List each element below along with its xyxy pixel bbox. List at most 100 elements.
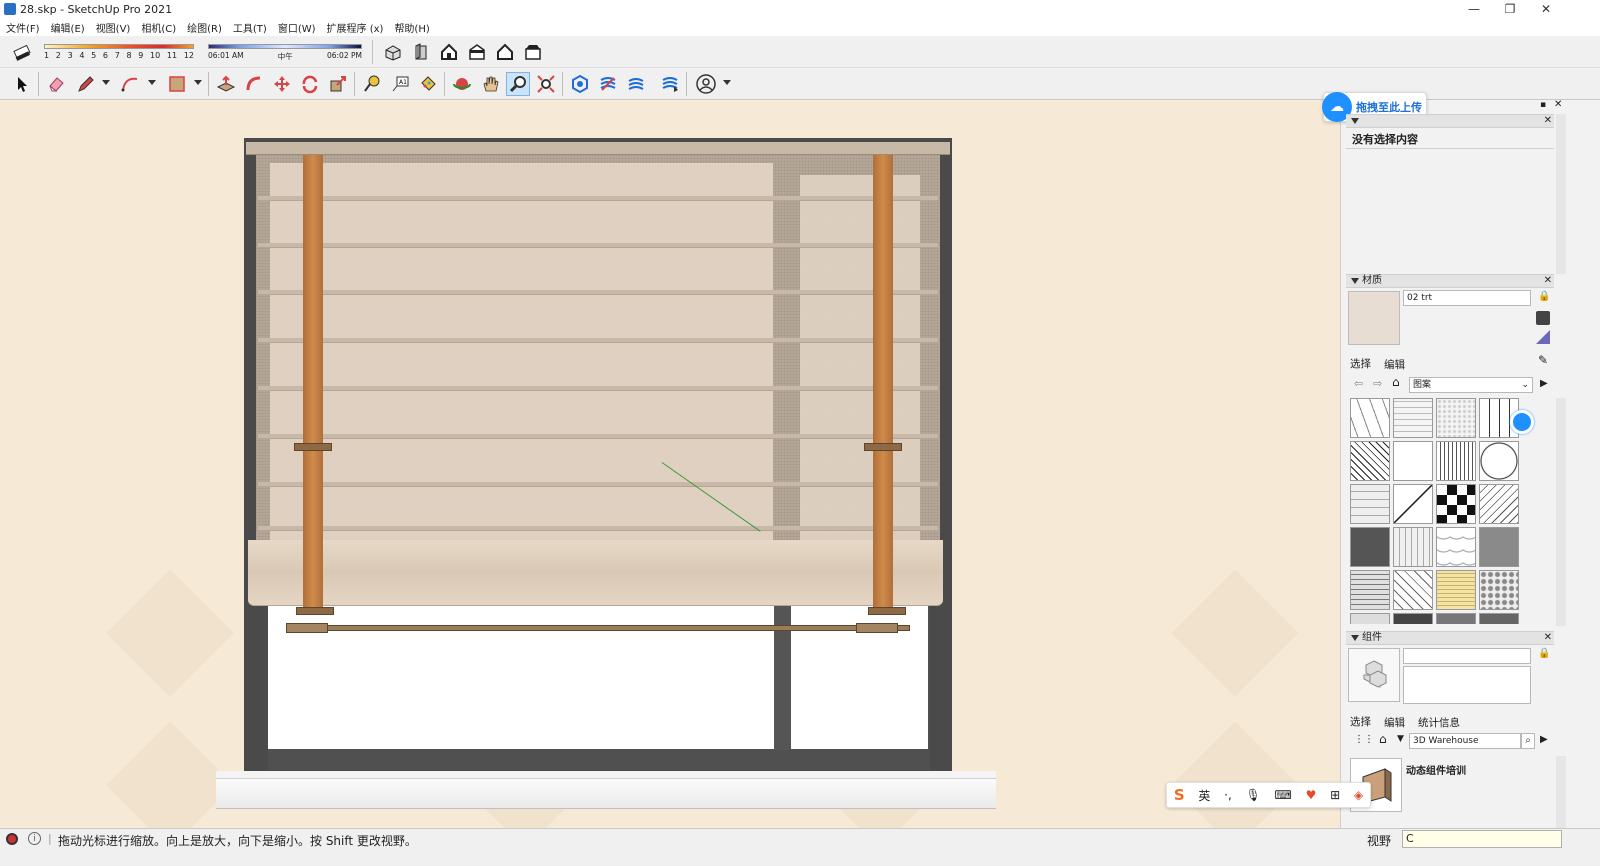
- back-arrow-icon[interactable]: ⇦: [1354, 377, 1363, 390]
- orbit-tool-icon[interactable]: [450, 72, 474, 96]
- material-swatch[interactable]: [1350, 398, 1390, 438]
- arc-dropdown-icon[interactable]: [148, 80, 156, 85]
- material-swatch[interactable]: [1436, 613, 1476, 624]
- close-icon[interactable]: ✕: [1544, 632, 1552, 644]
- measurements-input[interactable]: C: [1402, 830, 1562, 848]
- entity-info-scrollbar[interactable]: [1556, 114, 1566, 274]
- top-view-icon[interactable]: [409, 40, 433, 64]
- rotate-tool-icon[interactable]: [298, 72, 322, 96]
- menu-edit[interactable]: 编辑(E): [51, 20, 85, 35]
- lock-icon[interactable]: 🔒: [1538, 291, 1550, 302]
- rectangle-dropdown-icon[interactable]: [194, 80, 202, 85]
- restore-button[interactable]: ❐: [1492, 0, 1528, 18]
- layout-send-icon[interactable]: [624, 72, 648, 96]
- material-swatch[interactable]: [1436, 527, 1476, 567]
- time-slider-track[interactable]: [208, 44, 362, 49]
- material-grid-scrollbar[interactable]: [1556, 398, 1566, 626]
- extra-icon[interactable]: ◈: [1354, 788, 1363, 802]
- material-swatch[interactable]: [1393, 613, 1433, 624]
- material-swatch[interactable]: [1479, 570, 1519, 610]
- home-icon[interactable]: ⌂: [1392, 375, 1400, 389]
- material-swatch[interactable]: [1350, 484, 1390, 524]
- lock-icon[interactable]: 🔒: [1538, 648, 1550, 659]
- material-swatch[interactable]: [1393, 484, 1433, 524]
- menu-tools[interactable]: 工具(T): [233, 20, 267, 35]
- menu-window[interactable]: 窗口(W): [278, 20, 316, 35]
- material-swatch[interactable]: [1479, 484, 1519, 524]
- punctuation-icon[interactable]: ·,: [1224, 788, 1232, 802]
- shadow-toggle-icon[interactable]: [10, 40, 34, 64]
- material-swatch[interactable]: [1393, 527, 1433, 567]
- menu-draw[interactable]: 绘图(R): [187, 20, 222, 35]
- menu-help[interactable]: 帮助(H): [394, 20, 429, 35]
- account-dropdown-icon[interactable]: [723, 80, 731, 85]
- material-swatch[interactable]: [1350, 570, 1390, 610]
- time-slider[interactable]: 06:01 AM 中午 06:02 PM: [208, 40, 362, 62]
- arc-tool-icon[interactable]: [118, 72, 142, 96]
- tape-measure-tool-icon[interactable]: [360, 72, 384, 96]
- components-search-input[interactable]: 3D Warehouse: [1409, 733, 1521, 749]
- components-scrollbar[interactable]: [1556, 756, 1566, 828]
- entity-info-header[interactable]: ✕: [1346, 114, 1554, 128]
- material-swatch[interactable]: [1393, 570, 1433, 610]
- details-arrow-icon[interactable]: ▶: [1540, 734, 1548, 745]
- materials-tab-select[interactable]: 选择: [1350, 356, 1371, 371]
- extension-manager-icon[interactable]: [658, 72, 682, 96]
- material-swatch[interactable]: [1350, 441, 1390, 481]
- close-icon[interactable]: ✕: [1544, 275, 1552, 287]
- 3d-warehouse-icon[interactable]: [568, 72, 592, 96]
- back-view-icon[interactable]: [493, 40, 517, 64]
- move-tool-icon[interactable]: [270, 72, 294, 96]
- panel-pin-icon[interactable]: ▪: [1540, 100, 1546, 110]
- material-swatch[interactable]: [1350, 613, 1390, 624]
- month-slider[interactable]: 1 2 3 4 5 6 7 8 9 10 11 12: [44, 40, 194, 62]
- view-options-icon[interactable]: ⋮⋮: [1354, 734, 1374, 745]
- extension-warehouse-icon[interactable]: [596, 72, 620, 96]
- pan-tool-icon[interactable]: [478, 72, 502, 96]
- menu-file[interactable]: 文件(F): [6, 20, 40, 35]
- component-name-field[interactable]: [1403, 648, 1531, 664]
- forward-arrow-icon[interactable]: ⇨: [1373, 377, 1382, 390]
- material-swatch[interactable]: [1479, 441, 1519, 481]
- menu-view[interactable]: 视图(V): [96, 20, 131, 35]
- info-icon[interactable]: i: [28, 832, 41, 845]
- left-view-icon[interactable]: [521, 40, 545, 64]
- material-swatch[interactable]: [1350, 527, 1390, 567]
- select-tool-icon[interactable]: [10, 72, 34, 96]
- panel-close-icon[interactable]: ✕: [1554, 99, 1562, 110]
- month-slider-track[interactable]: [44, 44, 194, 49]
- component-description-field[interactable]: [1403, 666, 1531, 704]
- pencil-dropdown-icon[interactable]: [102, 80, 110, 85]
- zoom-tool-icon[interactable]: [506, 72, 530, 96]
- materials-tab-edit[interactable]: 编辑: [1384, 357, 1405, 372]
- scale-tool-icon[interactable]: [326, 72, 350, 96]
- menu-extensions[interactable]: 扩展程序 (x): [327, 20, 384, 35]
- sogou-logo-icon[interactable]: S: [1174, 786, 1185, 804]
- menu-camera[interactable]: 相机(C): [141, 20, 176, 35]
- material-swatch[interactable]: [1393, 398, 1433, 438]
- material-swatch[interactable]: [1479, 527, 1519, 567]
- default-material-icon[interactable]: [1536, 330, 1550, 344]
- follow-me-tool-icon[interactable]: [242, 72, 266, 96]
- create-material-icon[interactable]: [1536, 311, 1550, 325]
- components-tab-select[interactable]: 选择: [1350, 714, 1371, 729]
- eyedropper-icon[interactable]: ✎: [1538, 353, 1548, 367]
- material-swatch[interactable]: [1393, 441, 1433, 481]
- material-swatch[interactable]: [1436, 484, 1476, 524]
- account-icon[interactable]: [694, 72, 718, 96]
- component-item-label[interactable]: 动态组件培训: [1406, 762, 1466, 777]
- toolbox-icon[interactable]: ⊞: [1330, 788, 1340, 802]
- zoom-extents-tool-icon[interactable]: [534, 72, 558, 96]
- material-library-select[interactable]: 图案 ⌄: [1409, 377, 1533, 393]
- home-icon[interactable]: ⌂: [1379, 732, 1387, 746]
- chevron-down-icon[interactable]: ▼: [1397, 734, 1404, 744]
- minimize-button[interactable]: —: [1456, 0, 1492, 18]
- material-name-field[interactable]: 02 trt: [1403, 290, 1531, 306]
- text-tool-icon[interactable]: A1: [388, 72, 412, 96]
- push-pull-tool-icon[interactable]: [214, 72, 238, 96]
- components-header[interactable]: 组件 ✕: [1346, 631, 1554, 645]
- georeference-icon[interactable]: [6, 833, 18, 845]
- eraser-tool-icon[interactable]: [44, 72, 68, 96]
- close-icon[interactable]: ✕: [1544, 115, 1552, 127]
- front-view-icon[interactable]: [437, 40, 461, 64]
